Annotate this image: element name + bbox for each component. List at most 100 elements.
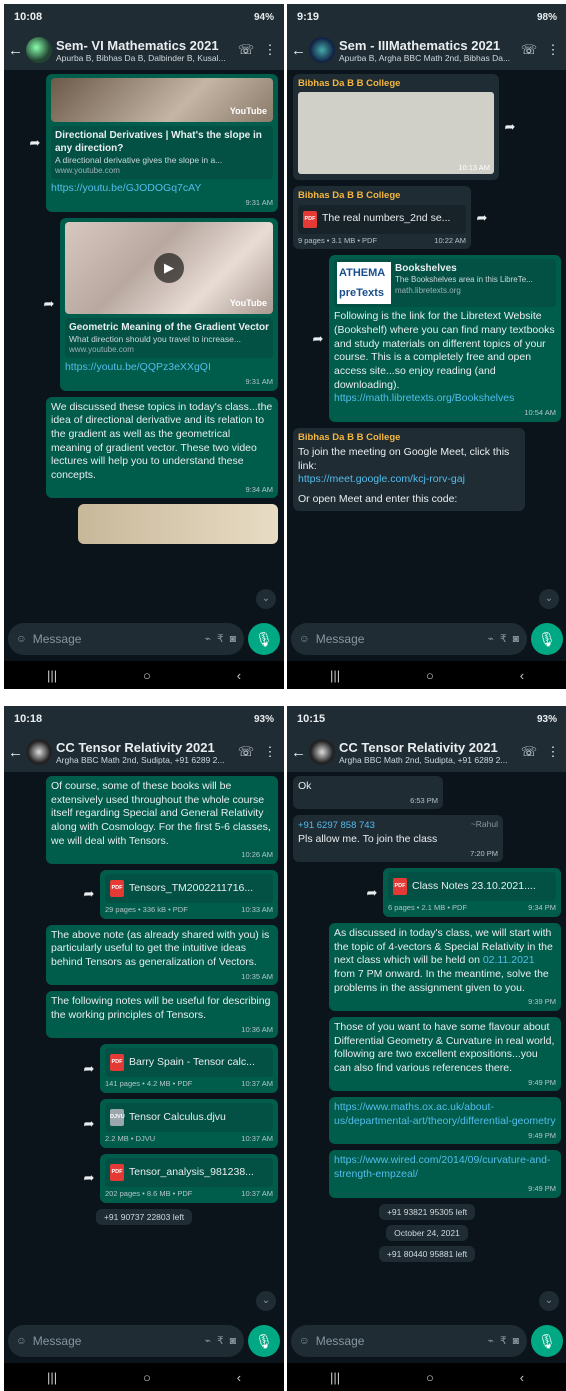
chat-title-block[interactable]: Sem - IIIMathematics 2021 Apurba B, Argha… xyxy=(339,38,515,63)
message-bubble[interactable]: Those of you want to have some flavour a… xyxy=(329,1017,561,1092)
message-bubble[interactable]: PDF Class Notes 23.10.2021.... 6 pages • … xyxy=(383,868,561,918)
message-link[interactable]: https://youtu.be/GJODOGq7cAY xyxy=(51,182,273,196)
menu-icon[interactable]: ⋮ xyxy=(543,744,563,760)
forward-icon[interactable]: ➦ xyxy=(78,1061,100,1077)
message-list[interactable]: Bibhas Da B B College 10:13 AM ➦ Bibhas … xyxy=(287,70,566,617)
home-icon[interactable]: ○ xyxy=(426,668,434,683)
message-link[interactable]: https://www.maths.ox.ac.uk/about-us/depa… xyxy=(334,1101,556,1127)
message-link[interactable]: https://www.wired.com/2014/09/curvature-… xyxy=(334,1154,551,1180)
call-icon[interactable]: ☏ xyxy=(519,744,539,760)
menu-icon[interactable]: ⋮ xyxy=(260,42,280,58)
play-icon[interactable]: ▶ xyxy=(153,252,184,283)
group-avatar[interactable] xyxy=(26,739,52,765)
menu-icon[interactable]: ⋮ xyxy=(260,744,280,760)
message-bubble[interactable]: As discussed in today's class, we will s… xyxy=(329,923,561,1012)
forward-icon[interactable]: ➦ xyxy=(471,210,493,226)
date-link[interactable]: 02.11.2021 xyxy=(483,954,535,966)
back-arrow-icon[interactable]: ← xyxy=(8,744,23,761)
home-icon[interactable]: ○ xyxy=(426,1370,434,1385)
file-attachment[interactable]: PDF Tensor_analysis_981238... xyxy=(105,1157,273,1187)
message-bubble[interactable]: YouTube Directional Derivatives | What's… xyxy=(46,74,278,212)
message-bubble[interactable]: The following notes will be useful for d… xyxy=(46,991,278,1039)
scroll-down-icon[interactable]: ⌄ xyxy=(539,589,559,609)
attach-icon[interactable]: ⌁ xyxy=(205,1335,211,1347)
file-attachment[interactable]: PDF Class Notes 23.10.2021.... xyxy=(388,872,556,902)
chat-title-block[interactable]: CC Tensor Relativity 2021 Argha BBC Math … xyxy=(339,740,515,765)
mic-icon[interactable]: 🎙 xyxy=(531,1325,563,1357)
file-attachment[interactable]: PDF Barry Spain - Tensor calc... xyxy=(105,1048,273,1078)
forward-icon[interactable]: ➦ xyxy=(24,135,46,151)
link-preview[interactable]: ATHEMA preTexts Bookshelves The Bookshelve… xyxy=(334,259,556,308)
call-icon[interactable]: ☏ xyxy=(236,42,256,58)
message-bubble[interactable]: Bibhas Da B B College To join the meetin… xyxy=(293,427,525,511)
recents-icon[interactable]: ||| xyxy=(330,668,340,683)
message-bubble[interactable]: https://www.maths.ox.ac.uk/about-us/depa… xyxy=(329,1097,561,1145)
forward-icon[interactable]: ➦ xyxy=(499,119,521,135)
message-bubble[interactable]: ▶ YouTube Geometric Meaning of the Gradie… xyxy=(59,217,278,391)
emoji-icon[interactable]: ☺ xyxy=(16,1335,27,1347)
emoji-icon[interactable]: ☺ xyxy=(299,633,310,645)
group-avatar[interactable] xyxy=(26,37,52,63)
camera-icon[interactable]: ◙ xyxy=(230,1335,236,1347)
message-bubble[interactable]: https://www.wired.com/2014/09/curvature-… xyxy=(329,1150,561,1198)
scroll-down-icon[interactable]: ⌄ xyxy=(256,589,276,609)
message-bubble[interactable]: Ok 6:53 PM xyxy=(293,776,443,810)
mic-icon[interactable]: 🎙 xyxy=(248,623,280,655)
message-link[interactable]: https://meet.google.com/kcj-rorv-gaj xyxy=(298,473,520,487)
forward-icon[interactable]: ➦ xyxy=(78,1170,100,1186)
message-input[interactable]: ☺ Message ⌁ ₹ ◙ xyxy=(8,1325,244,1357)
rupee-icon[interactable]: ₹ xyxy=(500,1335,507,1347)
rupee-icon[interactable]: ₹ xyxy=(217,633,224,645)
message-bubble[interactable]: DJVU Tensor Calculus.djvu 2.2 MB • DJVU 10… xyxy=(100,1099,278,1148)
attach-icon[interactable]: ⌁ xyxy=(488,1335,494,1347)
sender-number[interactable]: +91 6297 858 743 xyxy=(298,820,375,831)
group-avatar[interactable] xyxy=(309,739,335,765)
message-list[interactable]: Ok 6:53 PM +91 6297 858 743 ~Rahul Pls allo… xyxy=(287,772,566,1319)
message-link[interactable]: https://youtu.be/QQPz3eXXgQI xyxy=(65,361,273,375)
message-bubble[interactable]: PDF Tensor_analysis_981238... 202 pages •… xyxy=(100,1153,278,1203)
rupee-icon[interactable]: ₹ xyxy=(500,633,507,645)
forward-icon[interactable]: ➦ xyxy=(78,886,100,902)
message-bubble[interactable]: Bibhas Da B B College PDF The real number… xyxy=(293,186,471,250)
chat-title-block[interactable]: Sem- VI Mathematics 2021 Apurba B, Bibhas… xyxy=(56,38,232,63)
file-attachment[interactable]: PDF The real numbers_2nd se... xyxy=(298,204,466,234)
recents-icon[interactable]: ||| xyxy=(330,1370,340,1385)
video-thumbnail[interactable]: ▶ YouTube xyxy=(64,221,273,314)
attach-icon[interactable]: ⌁ xyxy=(205,633,211,645)
back-arrow-icon[interactable]: ← xyxy=(291,42,306,59)
link-preview[interactable]: Geometric Meaning of the Gradient Vector… xyxy=(64,317,273,359)
call-icon[interactable]: ☏ xyxy=(236,744,256,760)
message-bubble[interactable]: +91 6297 858 743 ~Rahul Pls allow me. To j… xyxy=(293,815,503,863)
call-icon[interactable]: ☏ xyxy=(519,42,539,58)
forward-icon[interactable]: ➦ xyxy=(361,885,383,901)
camera-icon[interactable]: ◙ xyxy=(513,1335,519,1347)
emoji-icon[interactable]: ☺ xyxy=(299,1335,310,1347)
message-bubble[interactable]: PDF Tensors_TM2002211716... 29 pages • 33… xyxy=(100,869,278,919)
forward-icon[interactable]: ➦ xyxy=(78,1116,100,1132)
message-list[interactable]: Of course, some of these books will be e… xyxy=(4,772,284,1319)
recents-icon[interactable]: ||| xyxy=(47,1370,57,1385)
message-input[interactable]: ☺ Message ⌁ ₹ ◙ xyxy=(8,623,244,655)
recents-icon[interactable]: ||| xyxy=(47,668,57,683)
mic-icon[interactable]: 🎙 xyxy=(248,1325,280,1357)
back-nav-icon[interactable]: ‹ xyxy=(520,1370,524,1385)
mic-icon[interactable]: 🎙 xyxy=(531,623,563,655)
back-nav-icon[interactable]: ‹ xyxy=(237,1370,241,1385)
message-input[interactable]: ☺ Message ⌁ ₹ ◙ xyxy=(291,623,527,655)
image-message[interactable] xyxy=(78,504,278,545)
group-avatar[interactable] xyxy=(309,37,335,63)
camera-icon[interactable]: ◙ xyxy=(230,633,236,645)
back-nav-icon[interactable]: ‹ xyxy=(237,668,241,683)
menu-icon[interactable]: ⋮ xyxy=(543,42,563,58)
message-bubble[interactable]: ATHEMA preTexts Bookshelves The Bookshelve… xyxy=(329,255,561,422)
message-bubble[interactable]: The above note (as already shared with y… xyxy=(46,924,278,986)
camera-icon[interactable]: ◙ xyxy=(513,633,519,645)
message-bubble[interactable]: Of course, some of these books will be e… xyxy=(46,776,278,864)
rupee-icon[interactable]: ₹ xyxy=(217,1335,224,1347)
chat-title-block[interactable]: CC Tensor Relativity 2021 Argha BBC Math … xyxy=(56,740,232,765)
scroll-down-icon[interactable]: ⌄ xyxy=(539,1291,559,1311)
message-list[interactable]: ➦ YouTube Directional Derivatives | What… xyxy=(4,70,284,617)
home-icon[interactable]: ○ xyxy=(143,668,151,683)
message-input[interactable]: ☺ Message ⌁ ₹ ◙ xyxy=(291,1325,527,1357)
file-attachment[interactable]: PDF Tensors_TM2002211716... xyxy=(105,873,273,903)
